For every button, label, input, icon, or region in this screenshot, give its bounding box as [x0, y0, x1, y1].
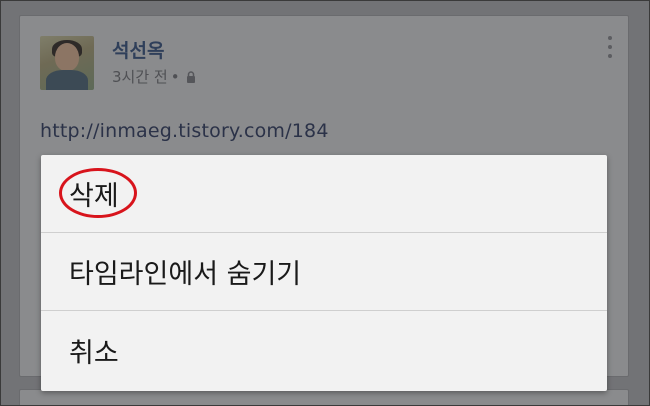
red-highlight-circle: [59, 168, 137, 218]
next-post-card: [19, 389, 629, 405]
screen: 석선옥 3시간 전 • http://inmaeg.tistory.com/18…: [0, 0, 650, 406]
post-timestamp: 3시간 전: [112, 68, 168, 86]
menu-item-label: 취소: [69, 337, 119, 369]
post-options-menu: 삭제 타임라인에서 숨기기 취소: [41, 155, 607, 391]
meta-separator: •: [170, 67, 180, 86]
post-link[interactable]: http://inmaeg.tistory.com/184: [40, 120, 329, 142]
menu-item-hide-from-timeline[interactable]: 타임라인에서 숨기기: [41, 233, 607, 311]
menu-item-cancel[interactable]: 취소: [41, 311, 607, 389]
post-author-name[interactable]: 석선옥: [112, 36, 164, 63]
menu-item-delete[interactable]: 삭제: [41, 155, 607, 233]
lock-icon: [186, 70, 195, 83]
menu-item-label: 타임라인에서 숨기기: [69, 259, 302, 290]
more-vertical-icon[interactable]: [606, 36, 614, 62]
post-meta: 3시간 전 •: [112, 66, 197, 87]
avatar[interactable]: [40, 36, 94, 90]
